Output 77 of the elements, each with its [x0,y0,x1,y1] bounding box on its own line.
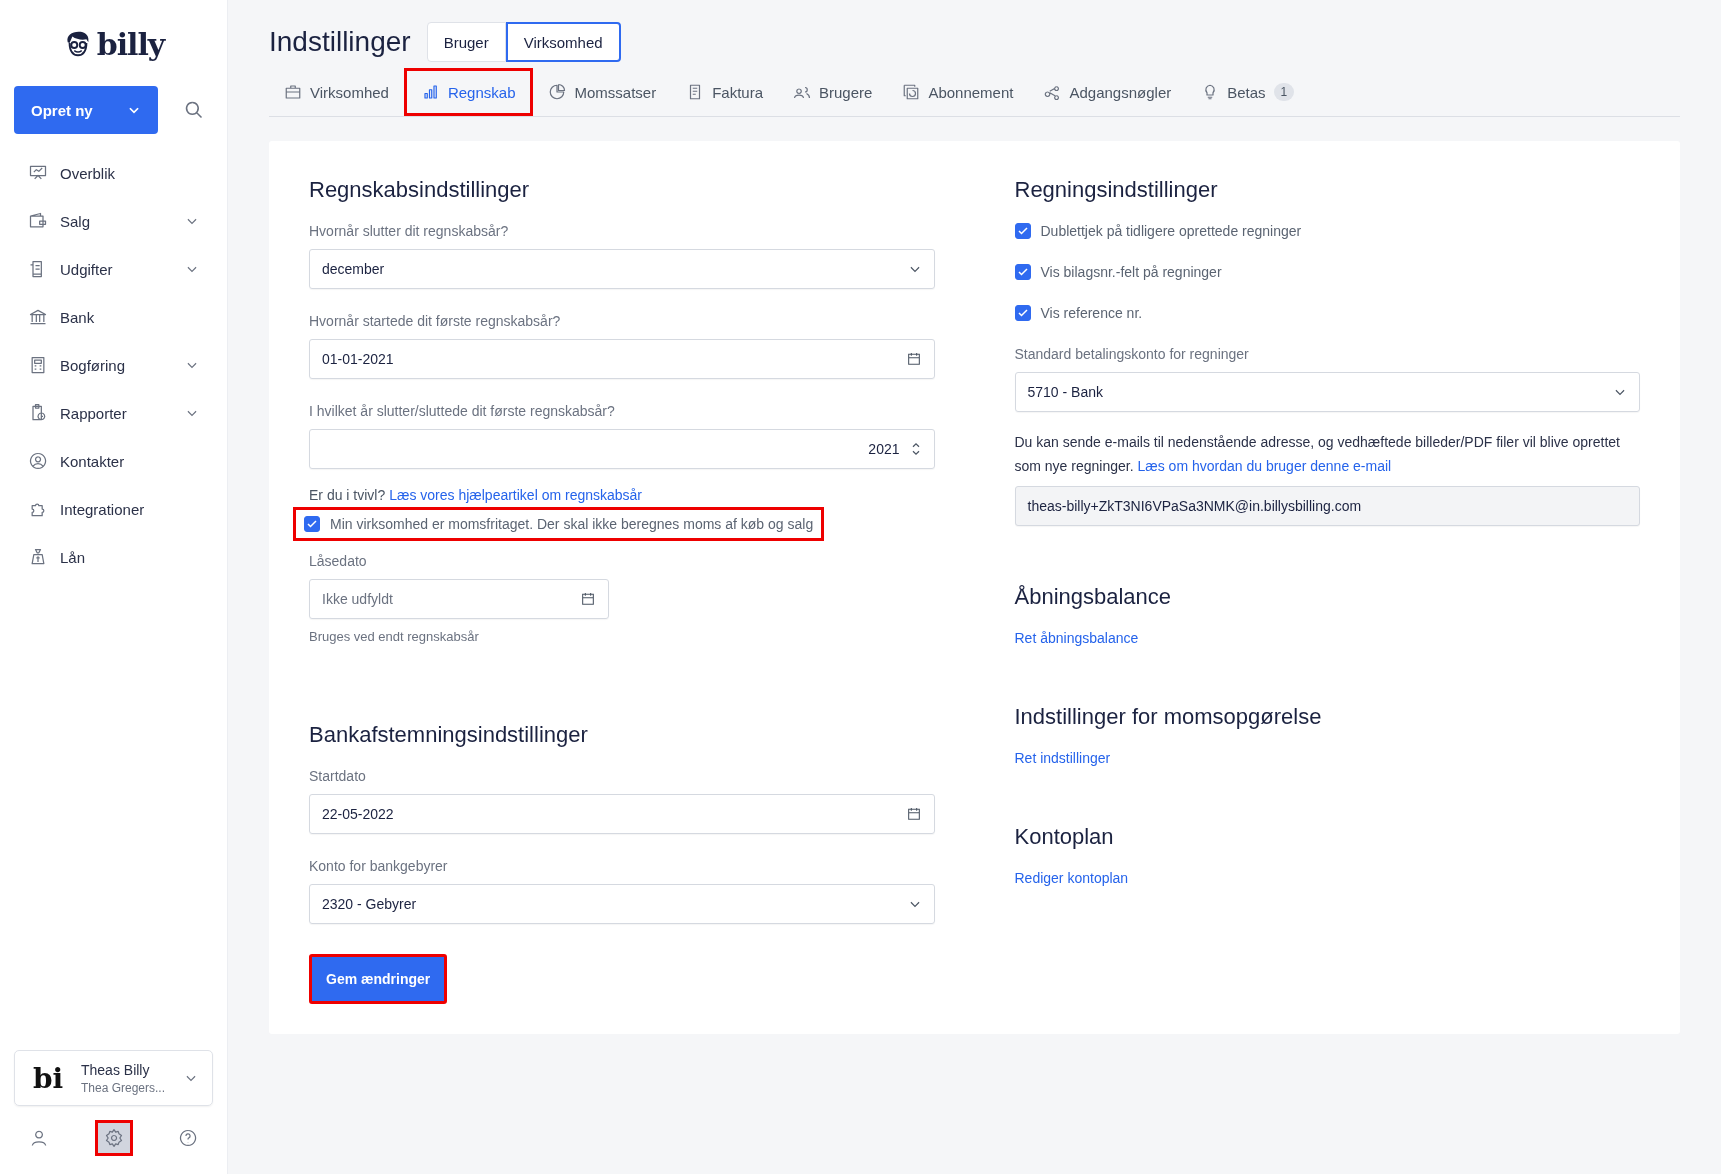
share-nodes-icon [1043,83,1062,101]
help-article-link[interactable]: Læs vores hjælpeartikel om regnskabsår [389,487,643,503]
sidebar-item[interactable]: Kontakter [14,437,213,485]
section-title: Regnskabsindstillinger [309,177,531,203]
checkmark-icon [1016,307,1029,319]
billy-logo: billy [96,26,165,62]
email-info-text: Du kan sende e-mails til nedenstående adresse, og vedhæftede billeder/PDF filer vil blive oprettet som nye regninger. Læs om hvordan du bruger denne e-mail [1014,433,1621,476]
number-field[interactable]: 2021 [309,429,935,469]
sidebar-item[interactable]: Integrationer [14,485,213,533]
settings-tab[interactable]: Brugere [778,68,888,116]
dropdown[interactable]: 5710 - Bank [1014,372,1640,412]
segment-button[interactable]: Virksomhed [505,22,621,62]
bank-icon [28,307,48,327]
calendar-icon [905,351,922,367]
pie-chart-icon [548,83,567,101]
settings-tab[interactable]: Regnskab [403,68,534,116]
settings-tab[interactable]: Abonnement [887,68,1029,116]
checkbox[interactable] [1014,223,1031,239]
settings-link[interactable]: Ret indstillinger [1014,750,1640,766]
sidebar-item[interactable]: Rapporter [14,389,213,437]
settings-tab[interactable]: Virksomhed [269,68,404,116]
account-switcher[interactable]: bi Theas Billy Thea Gregers... [14,1050,213,1106]
calendar-icon [580,591,596,607]
date-field[interactable]: 01-01-2021 [309,339,935,379]
settings-tab[interactable]: Momssatser [533,68,672,116]
create-new-button[interactable]: Opret ny [14,86,158,134]
save-button[interactable]: Gem ændringer [309,954,448,1004]
email-address-field[interactable]: theas-billy+ZkT3NI6VPaSa3NMK@in.billysbilling.com [1014,486,1640,526]
checkbox[interactable] [1014,305,1031,321]
sidebar-item[interactable]: Bank [14,293,213,341]
field-label: Hvornår startede dit første regnskabsår? [309,313,562,329]
help-text: Er du i tvivl? Læs vores hjælpeartikel om regnskabsår [309,487,644,503]
dropdown[interactable]: 2320 - Gebyrer [309,884,935,924]
date-field[interactable]: Ikke udfyldt [309,579,609,619]
checkbox-label: Vis bilagsnr.-felt på regninger [1040,264,1222,280]
bar-chart-icon [421,83,440,101]
checkbox[interactable] [1014,264,1031,280]
sidebar-item[interactable]: Lån [14,533,213,581]
settings-tab[interactable]: Betas 1 [1186,68,1310,116]
section-title: Åbningsbalance [1014,584,1173,610]
checkbox[interactable] [304,516,320,532]
section-title: Regningsindstillinger [1014,177,1219,203]
field-label: Standard betalingskonto for regninger [1014,346,1250,362]
field-label: Startdato [309,768,367,784]
settings-tab[interactable]: Adgangsnøgler [1028,68,1187,116]
field-label: Låsedato [309,553,368,569]
checkbox-label: Dublettjek på tidligere oprettede regninger [1040,223,1302,239]
checkbox-label: Vis reference nr. [1040,305,1143,321]
settings-tab[interactable]: Faktura [671,68,779,116]
field-hint: Bruges ved endt regnskabsår [309,629,480,644]
sidebar-item[interactable]: Salg [14,197,213,245]
field-label: I hvilket år slutter/sluttede dit første regnskabsår? [309,403,616,419]
page-title: Indstillinger [269,26,411,58]
section-title: Bankafstemningsindstillinger [309,722,589,748]
email-help-link[interactable]: Læs om hvordan du bruger denne e-mail [1137,458,1392,474]
briefcase-icon [284,83,302,101]
search-icon[interactable] [184,100,204,120]
checkmark-icon [1016,266,1029,278]
field-label: Hvornår slutter dit regnskabsår? [309,223,510,239]
field-label: Konto for bankgebyrer [309,858,449,874]
sidebar-item[interactable]: Bogføring [14,341,213,389]
settings-link[interactable]: Rediger kontoplan [1014,870,1640,886]
checkmark-icon [306,518,318,530]
section-title: Kontoplan [1014,824,1115,850]
sidebar-item[interactable]: Overblik [14,149,213,197]
copy-icon [902,83,921,101]
settings-link[interactable]: Ret åbningsbalance [1014,630,1640,646]
count-badge: 1 [1273,83,1295,101]
dropdown[interactable]: december [309,249,935,289]
date-field[interactable]: 22-05-2022 [309,794,935,834]
section-title: Indstillinger for momsopgørelse [1014,704,1323,730]
segment-button[interactable]: Bruger [426,22,506,62]
checkmark-icon [1016,225,1029,237]
sidebar-item[interactable]: Udgifter [14,245,213,293]
calendar-icon [905,806,922,822]
settings-icon[interactable] [94,1120,133,1156]
checkbox-label: Min virksomhed er momsfritaget. Der skal ikke beregnes moms af køb og salg [330,516,814,532]
